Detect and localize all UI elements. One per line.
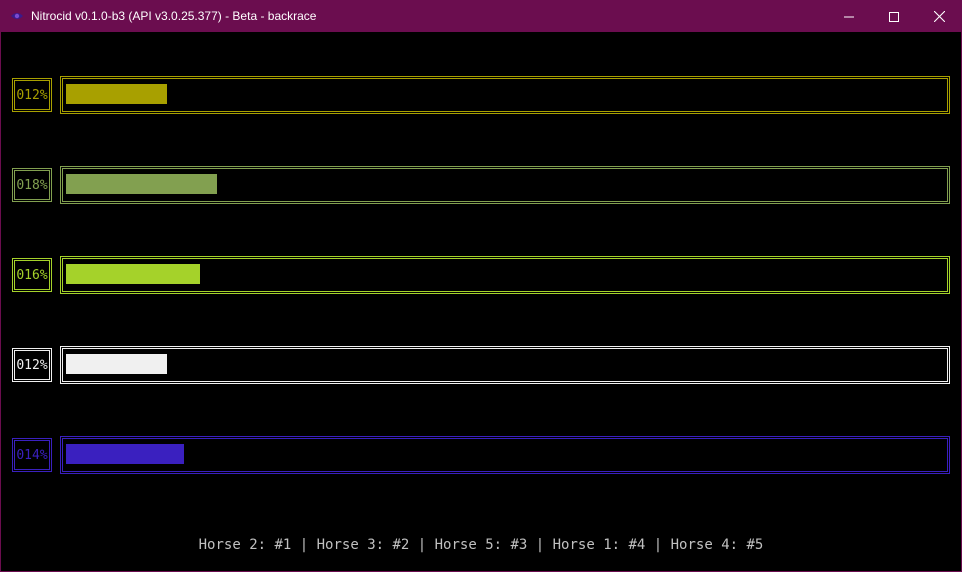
horse-progress-bar (60, 256, 950, 294)
horse-progress-fill (66, 354, 167, 374)
horse-progress-fill (66, 444, 184, 464)
horse-percent-box: 012% (12, 348, 52, 382)
close-icon (933, 11, 945, 22)
horse-progress-fill (66, 174, 217, 194)
horse-percent-box: 012% (12, 78, 52, 112)
window-title: Nitrocid v0.1.0-b3 (API v3.0.25.377) - B… (31, 9, 317, 23)
close-button[interactable] (916, 1, 962, 32)
console-area: 012% 018% 016% 012% 014% Horse 2: #1 | Horse… (1, 32, 961, 571)
terminal-window: Nitrocid v0.1.0-b3 (API v3.0.25.377) - B… (0, 0, 962, 572)
maximize-button[interactable] (871, 1, 917, 32)
horse-percent-box: 014% (12, 438, 52, 472)
horse-progress-bar (60, 166, 950, 204)
horse-progress-bar (60, 346, 950, 384)
ranking-line: Horse 2: #1 | Horse 3: #2 | Horse 5: #3 … (198, 537, 764, 553)
horse-progress-bar (60, 76, 950, 114)
minimize-button[interactable] (826, 1, 872, 32)
horse-progress-fill (66, 84, 167, 104)
horse-percent-box: 018% (12, 168, 52, 202)
horse-progress-bar (60, 436, 950, 474)
horse-percent-box: 016% (12, 258, 52, 292)
title-bar[interactable]: Nitrocid v0.1.0-b3 (API v3.0.25.377) - B… (1, 1, 961, 32)
minimize-icon (844, 16, 854, 17)
horse-progress-fill (66, 264, 200, 284)
maximize-icon (889, 11, 899, 22)
nitrocid-eye-icon (11, 13, 23, 19)
